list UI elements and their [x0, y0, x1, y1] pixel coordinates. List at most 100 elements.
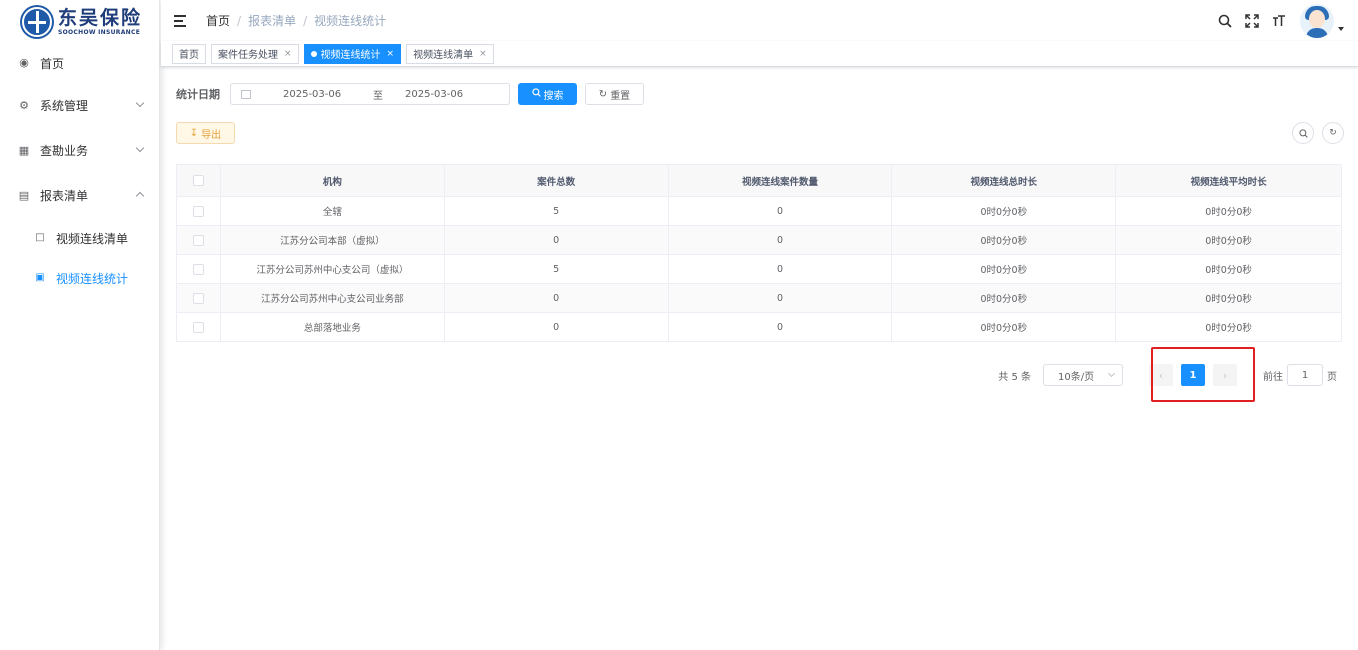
table-cell: 江苏分公司本部（虚拟）	[219, 225, 445, 255]
active-dot-icon	[310, 50, 317, 57]
sidebar-item-survey[interactable]: ▦ 查勘业务	[0, 128, 159, 173]
goto-page-input[interactable]: 1	[1287, 364, 1323, 386]
table-row: 全辖 5 0 0时0分0秒 0时0分0秒	[176, 196, 1342, 226]
search-form: 统计日期 2025-03-06 至 2025-03-06 搜索 ↻ 重置	[176, 83, 644, 105]
table-cell: 0时0分0秒	[891, 225, 1117, 255]
table-cell: 江苏分公司苏州中心支公司（虚拟）	[219, 254, 445, 284]
select-all-cell[interactable]	[176, 164, 221, 197]
date-separator: 至	[373, 90, 383, 102]
tags-view: 首页 案件任务处理 × 视频连线统计 × 视频连线清单 ×	[161, 41, 1358, 67]
breadcrumb-current: 视频连线统计	[314, 14, 387, 28]
chevron-down-icon	[135, 143, 145, 153]
table-row: 江苏分公司苏州中心支公司（虚拟） 5 0 0时0分0秒 0时0分0秒	[176, 254, 1342, 284]
sidebar-subitem-label: 视频连线清单	[56, 231, 129, 246]
logo-icon	[20, 5, 54, 39]
export-button[interactable]: ↧ 导出	[176, 122, 235, 144]
column-header: 机构	[219, 164, 445, 197]
chart-icon: □	[35, 232, 45, 243]
stats-table: 机构 案件总数 视频连线案件数量 视频连线总时长 视频连线平均时长 全辖 5 0…	[176, 164, 1342, 342]
page-size-select[interactable]: 10条/页	[1043, 364, 1123, 386]
highlight-annotation-box	[1151, 347, 1255, 402]
table-row: 江苏分公司苏州中心支公司业务部 0 0 0时0分0秒 0时0分0秒	[176, 283, 1342, 313]
table-cell: 0时0分0秒	[1115, 283, 1342, 313]
sidebar-subitem-label: 视频连线统计	[56, 271, 129, 286]
toggle-search-button[interactable]	[1292, 122, 1314, 144]
chevron-up-icon	[135, 191, 145, 201]
refresh-button[interactable]: ↻	[1322, 122, 1344, 144]
export-button-label: 导出	[201, 129, 222, 141]
table-cell: 0	[667, 196, 893, 226]
page-size-value: 10条/页	[1058, 371, 1095, 383]
table-row: 总部落地业务 0 0 0时0分0秒 0时0分0秒	[176, 312, 1342, 342]
tag-label: 案件任务处理	[218, 50, 278, 61]
sidebar-item-reports[interactable]: ▤ 报表清单	[0, 173, 159, 218]
date-end[interactable]: 2025-03-06	[405, 89, 485, 100]
sidebar-item-label: 查勘业务	[40, 144, 89, 158]
sidebar-item-label: 系统管理	[40, 99, 89, 113]
table-cell: 0	[667, 283, 893, 313]
tag-label: 视频连线清单	[413, 50, 474, 61]
breadcrumb-separator: /	[303, 13, 308, 28]
right-toolbar: ↻	[1284, 122, 1344, 144]
tag-video-stats[interactable]: 视频连线统计 ×	[303, 43, 402, 64]
avatar[interactable]	[1300, 4, 1334, 38]
tag-case-task[interactable]: 案件任务处理 ×	[211, 43, 299, 64]
table-cell: 0时0分0秒	[891, 254, 1117, 284]
close-icon[interactable]: ×	[387, 49, 395, 59]
row-checkbox[interactable]	[192, 292, 204, 304]
breadcrumb-reports: 报表清单	[248, 14, 297, 28]
table-cell: 0	[443, 312, 669, 342]
page-jumper: 前往 1 页	[1263, 364, 1337, 386]
breadcrumb-home[interactable]: 首页	[206, 12, 230, 29]
date-start[interactable]: 2025-03-06	[283, 89, 363, 100]
stat-date-label: 统计日期	[176, 88, 220, 101]
table-cell: 0	[667, 312, 893, 342]
column-header: 视频连线总时长	[891, 164, 1117, 197]
tag-video-list[interactable]: 视频连线清单 ×	[406, 43, 494, 64]
close-icon[interactable]: ×	[284, 49, 292, 59]
row-checkbox[interactable]	[192, 321, 204, 333]
close-icon[interactable]: ×	[479, 49, 487, 59]
table-cell: 0时0分0秒	[1115, 225, 1342, 255]
row-checkbox[interactable]	[192, 234, 204, 246]
logo-text-en: SOOCHOW INSURANCE	[58, 29, 141, 36]
breadcrumb: 首页 / 报表清单 / 视频连线统计	[206, 12, 386, 29]
table-cell: 总部落地业务	[219, 312, 445, 342]
table-cell: 0	[667, 225, 893, 255]
goto-label: 前往	[1263, 371, 1283, 383]
column-header: 案件总数	[443, 164, 669, 197]
search-icon[interactable]	[1216, 12, 1234, 30]
table-cell: 5	[443, 254, 669, 284]
column-header: 视频连线案件数量	[667, 164, 893, 197]
sidebar-subitem-video-list[interactable]: □ 视频连线清单	[0, 218, 159, 258]
refresh-icon: ↻	[598, 88, 608, 100]
sidebar-item-label: 首页	[40, 56, 65, 71]
tag-label: 视频连线统计	[320, 50, 381, 61]
sidebar: 东吴保险 SOOCHOW INSURANCE ◉ 首页 ⚙ 系统管理 ▦ 查勘业…	[0, 0, 160, 650]
sidebar-item-label: 报表清单	[40, 189, 89, 203]
logo: 东吴保险 SOOCHOW INSURANCE	[0, 0, 159, 44]
table-row: 江苏分公司本部（虚拟） 0 0 0时0分0秒 0时0分0秒	[176, 225, 1342, 255]
sidebar-subitem-video-stats[interactable]: ▣ 视频连线统计	[0, 258, 159, 298]
table-cell: 0时0分0秒	[1115, 254, 1342, 284]
row-checkbox[interactable]	[192, 263, 204, 275]
row-checkbox[interactable]	[192, 205, 204, 217]
sidebar-item-home[interactable]: ◉ 首页	[0, 44, 159, 82]
search-icon	[1298, 128, 1308, 138]
caret-down-icon[interactable]	[1338, 27, 1344, 31]
sidebar-item-system[interactable]: ⚙ 系统管理	[0, 83, 159, 128]
download-icon: ↧	[189, 127, 199, 139]
tag-home[interactable]: 首页	[172, 43, 206, 64]
table-header-row: 机构 案件总数 视频连线案件数量 视频连线总时长 视频连线平均时长	[176, 164, 1342, 197]
search-button[interactable]: 搜索	[518, 83, 577, 105]
fullscreen-icon[interactable]	[1243, 12, 1261, 30]
date-range-picker[interactable]: 2025-03-06 至 2025-03-06	[230, 83, 510, 105]
table-cell: 0	[443, 225, 669, 255]
hamburger-icon[interactable]	[174, 14, 188, 27]
table-cell: 0	[443, 283, 669, 313]
table-cell: 全辖	[219, 196, 445, 226]
table-icon: ▦	[18, 143, 30, 157]
reset-button[interactable]: ↻ 重置	[585, 83, 644, 105]
select-all-checkbox[interactable]	[192, 175, 204, 186]
font-size-icon[interactable]	[1270, 12, 1288, 30]
